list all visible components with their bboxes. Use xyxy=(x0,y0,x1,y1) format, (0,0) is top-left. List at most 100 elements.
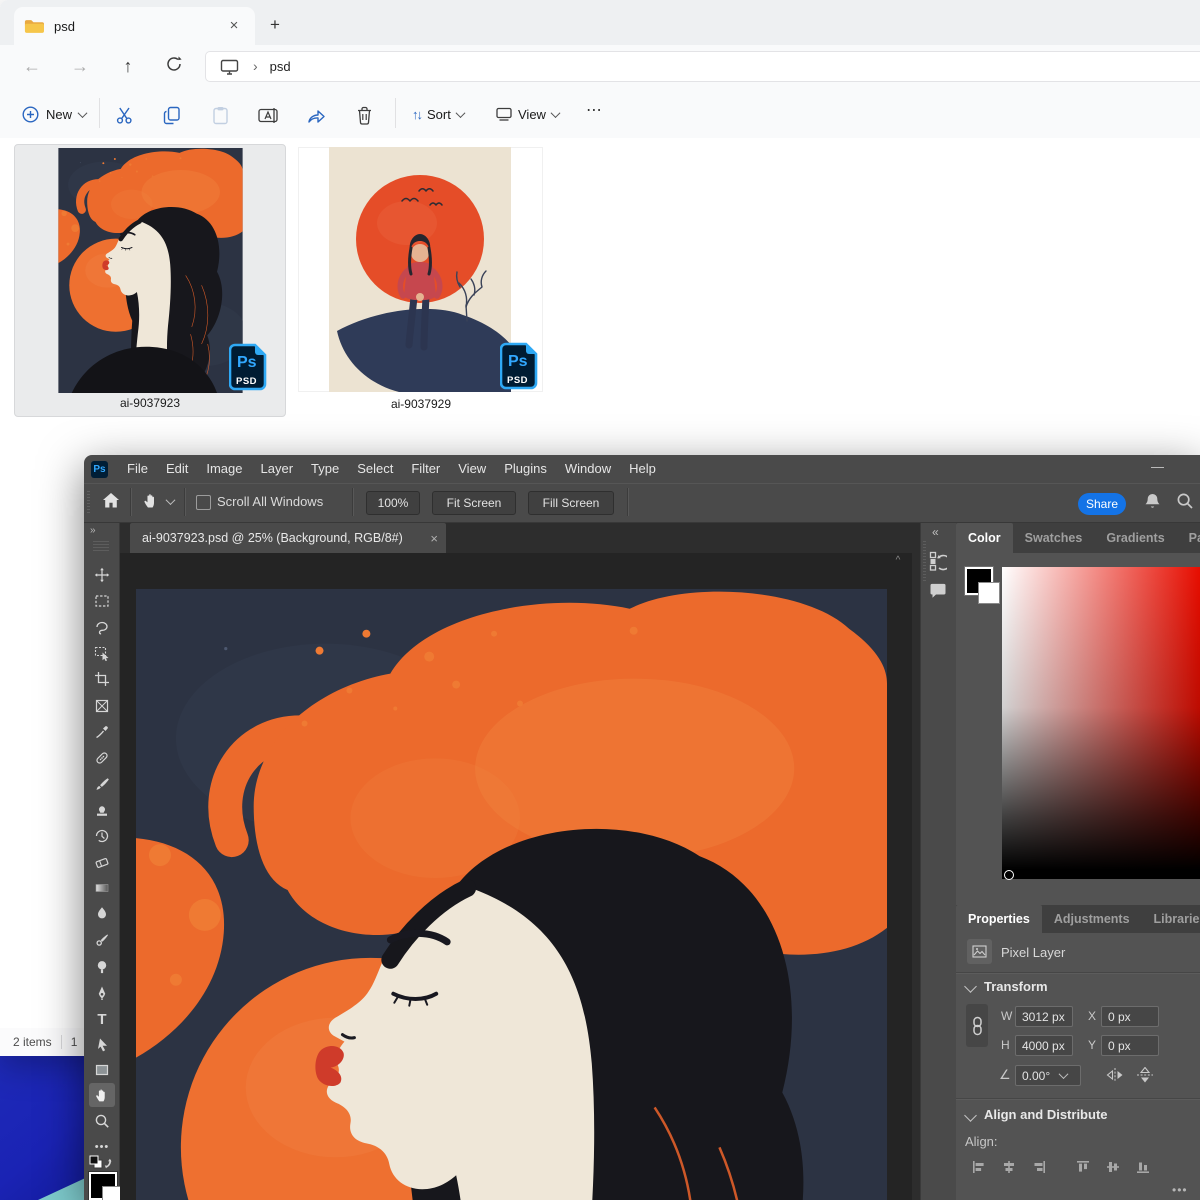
clone-stamp-tool[interactable] xyxy=(89,798,115,822)
hand-tool[interactable] xyxy=(89,1083,115,1107)
menu-view[interactable]: View xyxy=(449,455,495,483)
comments-button[interactable] xyxy=(929,583,947,604)
tab-properties[interactable]: Properties xyxy=(956,905,1042,933)
canvas-image[interactable] xyxy=(136,588,887,1200)
menu-select[interactable]: Select xyxy=(348,455,402,483)
lasso-tool[interactable] xyxy=(89,615,115,639)
new-tab-button[interactable]: + xyxy=(262,12,288,38)
background-color-swatch[interactable] xyxy=(102,1186,122,1200)
cut-button[interactable] xyxy=(110,101,138,129)
tab-swatches[interactable]: Swatches xyxy=(1013,523,1095,553)
history-brush-tool[interactable] xyxy=(89,824,115,848)
view-button[interactable]: View xyxy=(488,100,567,128)
rename-button[interactable] xyxy=(254,101,282,129)
background-color-swatch[interactable] xyxy=(978,582,1000,604)
move-tool[interactable] xyxy=(89,563,115,587)
share-button[interactable] xyxy=(302,101,330,129)
zoom-100-button[interactable]: 100% xyxy=(366,491,420,515)
menu-edit[interactable]: Edit xyxy=(157,455,197,483)
refresh-button[interactable] xyxy=(160,54,188,80)
menu-window[interactable]: Window xyxy=(556,455,620,483)
forward-button[interactable]: → xyxy=(66,53,94,79)
sort-button[interactable]: ↑↓ Sort xyxy=(404,100,472,128)
tab-color[interactable]: Color xyxy=(956,523,1013,553)
address-bar[interactable]: › psd xyxy=(205,51,1200,82)
align-right-edges-button[interactable] xyxy=(1028,1157,1050,1177)
tab-patterns[interactable]: Patterns xyxy=(1177,523,1200,553)
y-field[interactable]: 0 px xyxy=(1101,1035,1159,1056)
menu-image[interactable]: Image xyxy=(197,455,251,483)
scroll-all-windows-checkbox[interactable] xyxy=(196,495,211,510)
hand-tool-preset[interactable] xyxy=(142,491,174,511)
color-picker-cursor[interactable] xyxy=(1004,870,1014,880)
flip-horizontal-button[interactable] xyxy=(1106,1067,1124,1088)
more-options-button[interactable]: ⋯ xyxy=(586,100,602,120)
tab-libraries[interactable]: Libraries xyxy=(1142,905,1200,933)
home-button[interactable] xyxy=(101,491,121,516)
menu-file[interactable]: File xyxy=(118,455,157,483)
brush-tool[interactable] xyxy=(89,772,115,796)
align-left-edges-button[interactable] xyxy=(968,1157,990,1177)
type-tool[interactable]: T xyxy=(89,1007,115,1031)
crop-tool[interactable] xyxy=(89,667,115,691)
spot-healing-brush-tool[interactable] xyxy=(89,746,115,770)
file-item[interactable]: Ps PSD ai-9037929 xyxy=(296,144,546,417)
up-button[interactable]: ↑ xyxy=(114,53,142,79)
fill-screen-button[interactable]: Fill Screen xyxy=(528,491,614,515)
link-dimensions-button[interactable] xyxy=(966,1004,988,1047)
zoom-tool[interactable] xyxy=(89,1109,115,1133)
transform-collapse[interactable] xyxy=(966,982,975,991)
tab-gradients[interactable]: Gradients xyxy=(1094,523,1176,553)
gradient-tool[interactable] xyxy=(89,876,115,900)
width-field[interactable]: 3012 px xyxy=(1015,1006,1073,1027)
dock-expand-icon[interactable]: » xyxy=(90,525,97,536)
breadcrumb-path[interactable]: psd xyxy=(270,59,291,74)
align-vertical-centers-button[interactable] xyxy=(1102,1157,1124,1177)
document-close-icon[interactable]: × xyxy=(430,531,438,546)
menu-plugins[interactable]: Plugins xyxy=(495,455,556,483)
search-button[interactable] xyxy=(1176,492,1194,515)
explorer-tab[interactable]: psd × xyxy=(14,7,255,45)
menu-type[interactable]: Type xyxy=(302,455,348,483)
align-collapse[interactable] xyxy=(966,1111,975,1120)
blur-tool[interactable] xyxy=(89,901,115,925)
x-field[interactable]: 0 px xyxy=(1101,1006,1159,1027)
align-bottom-edges-button[interactable] xyxy=(1132,1157,1154,1177)
align-horizontal-centers-button[interactable] xyxy=(998,1157,1020,1177)
object-selection-tool[interactable] xyxy=(89,641,115,665)
back-button[interactable]: ← xyxy=(18,53,46,79)
smudge-tool[interactable] xyxy=(89,928,115,952)
tab-close-icon[interactable]: × xyxy=(223,15,245,37)
menu-help[interactable]: Help xyxy=(620,455,665,483)
canvas-scroll-up[interactable]: ^ xyxy=(890,555,906,569)
path-selection-tool[interactable] xyxy=(89,1033,115,1057)
frame-tool[interactable] xyxy=(89,694,115,718)
delete-button[interactable] xyxy=(350,101,378,129)
canvas-area[interactable] xyxy=(120,553,912,1200)
color-picker-field[interactable] xyxy=(1002,567,1200,879)
share-button[interactable]: Share xyxy=(1078,493,1126,515)
align-top-edges-button[interactable] xyxy=(1072,1157,1094,1177)
height-field[interactable]: 4000 px xyxy=(1015,1035,1073,1056)
angle-field[interactable]: 0.00° xyxy=(1015,1065,1081,1086)
flip-vertical-button[interactable] xyxy=(1136,1067,1154,1088)
rectangle-tool[interactable] xyxy=(89,1058,115,1082)
minimize-button[interactable]: — xyxy=(1151,459,1164,474)
new-button[interactable]: New xyxy=(14,100,94,128)
menu-filter[interactable]: Filter xyxy=(402,455,449,483)
document-tab[interactable]: ai-9037923.psd @ 25% (Background, RGB/8#… xyxy=(130,523,446,553)
notifications-button[interactable] xyxy=(1144,492,1161,516)
pen-tool[interactable] xyxy=(89,981,115,1005)
align-more-options[interactable]: ••• xyxy=(1172,1183,1188,1197)
tab-adjustments[interactable]: Adjustments xyxy=(1042,905,1142,933)
eraser-tool[interactable] xyxy=(89,850,115,874)
collapse-panels-icon[interactable]: « xyxy=(932,525,938,539)
dodge-tool[interactable] xyxy=(89,955,115,979)
rectangular-marquee-tool[interactable] xyxy=(89,589,115,613)
paste-button[interactable] xyxy=(206,101,234,129)
menu-layer[interactable]: Layer xyxy=(252,455,303,483)
eyedropper-tool[interactable] xyxy=(89,720,115,744)
fit-screen-button[interactable]: Fit Screen xyxy=(432,491,516,515)
version-history-button[interactable] xyxy=(929,551,947,576)
copy-button[interactable] xyxy=(158,101,186,129)
